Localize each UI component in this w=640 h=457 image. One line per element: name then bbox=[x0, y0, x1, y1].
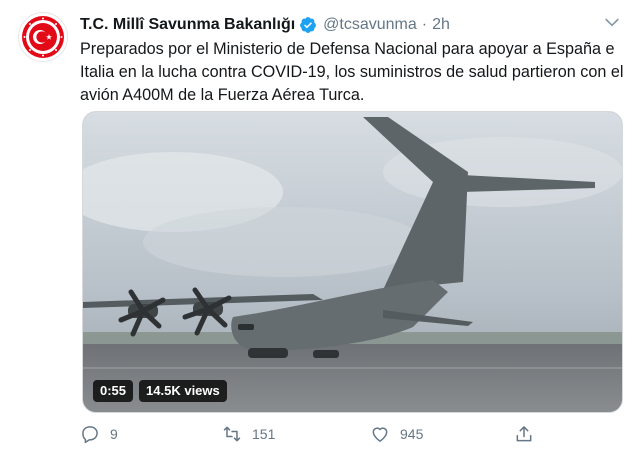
timestamp[interactable]: 2h bbox=[432, 16, 450, 34]
like-count: 945 bbox=[400, 426, 424, 442]
like-icon bbox=[372, 427, 388, 442]
avatar[interactable] bbox=[18, 12, 68, 62]
tweet-card: T.C. Millî Savunma Bakanlığı @tcsavunma … bbox=[0, 0, 640, 457]
video-views: 14.5K views bbox=[139, 380, 227, 402]
separator-dot: · bbox=[421, 16, 428, 33]
chevron-down-icon[interactable] bbox=[602, 12, 622, 32]
ministry-logo-icon bbox=[22, 16, 64, 58]
retweet-button[interactable]: 151 bbox=[222, 424, 275, 444]
reply-icon bbox=[82, 426, 98, 444]
retweet-count: 151 bbox=[252, 426, 276, 442]
tweet-text: Preparados por el Ministerio de Defensa … bbox=[80, 40, 624, 104]
display-name[interactable]: T.C. Millî Savunma Bakanlığı bbox=[80, 16, 295, 34]
retweet-icon bbox=[223, 426, 241, 442]
video-thumbnail bbox=[83, 112, 622, 412]
verified-badge-icon bbox=[300, 17, 317, 33]
reply-button[interactable]: 9 bbox=[80, 424, 118, 444]
like-button[interactable]: 945 bbox=[370, 424, 423, 444]
handle[interactable]: @tcsavunma bbox=[323, 16, 417, 34]
tweet-actions: 9 151 945 bbox=[80, 424, 540, 448]
reply-count: 9 bbox=[110, 426, 118, 442]
video-duration: 0:55 bbox=[93, 380, 134, 402]
share-button[interactable] bbox=[514, 424, 544, 444]
share-icon bbox=[516, 426, 532, 442]
tweet-header: T.C. Millî Savunma Bakanlığı @tcsavunma … bbox=[80, 14, 620, 36]
video-player[interactable]: 0:55 14.5K views bbox=[82, 111, 623, 413]
video-badges: 0:55 14.5K views bbox=[93, 380, 227, 402]
